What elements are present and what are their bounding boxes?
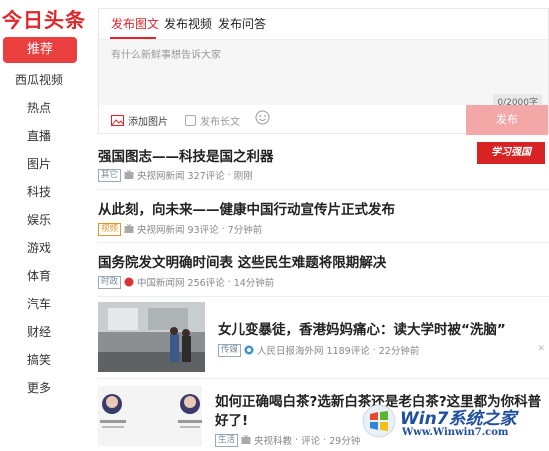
windows-logo-icon [362,404,396,438]
add-image-label: 添加图片 [128,117,168,128]
nav-item[interactable]: 科技 [0,183,78,200]
xuexi-qiangguo-badge[interactable]: 学习强国 [477,142,545,164]
article-comments[interactable]: 评论 [301,433,320,447]
article-source[interactable]: 央视网新闻 [137,168,185,182]
nav-item[interactable]: 汽车 [0,295,78,312]
article-source[interactable]: 央视科教 [254,433,292,447]
divider [98,189,549,190]
nav-item[interactable]: 搞笑 [0,351,78,368]
emoji-button[interactable] [255,110,270,125]
watermark: Win7系统之家 Www.Winwin7.com [358,396,546,448]
nav-item[interactable]: 热点 [0,99,78,116]
article-time: 29分钟 [329,436,361,447]
post-editor: 发布图文 发布视频 发布问答 有什么新鲜事想告诉大家 0/2000字 添加图片 … [98,8,549,135]
nav-item[interactable]: 直播 [0,127,78,144]
divider [98,242,549,243]
nav-item[interactable]: 娱乐 [0,211,78,228]
source-logo-icon [244,345,254,355]
article-meta: 传媒 人民日报海外网 1189评论 · 22分钟前 [218,343,419,357]
article-time: 刚刚 [233,171,253,182]
post-placeholder: 有什么新鲜事想告诉大家 [111,50,221,61]
article-title[interactable]: 女儿变暴徒，香港妈妈痛心：读大学时被“洗脑” [218,318,506,338]
editor-toolbar: 添加图片 发布长文 发布 [99,105,548,135]
article-meta: 时政 中国新闻网 256评论 · 14分钟前 [98,275,274,289]
article-source[interactable]: 央视网新闻 [137,222,185,236]
tab-post-article[interactable]: 发布图文 [111,15,159,32]
long-text-label: 发布长文 [200,117,240,128]
tv-icon [124,170,134,179]
nav-item[interactable]: 更多 [0,379,78,396]
article-comments[interactable]: 327评论 [188,168,225,182]
checkbox-icon [185,115,196,126]
article-tag: 生活 [215,433,239,447]
tab-post-question[interactable]: 发布问答 [218,15,266,32]
article-comments[interactable]: 256评论 [188,275,225,289]
divider [98,378,549,379]
watermark-brand: Win7系统之家 [400,409,517,429]
article-tag: 视频 [98,222,122,236]
article-meta: 视频 央视网新闻 93评论 · 7分钟前 [98,222,262,236]
emoji-icon [255,110,270,125]
long-text-checkbox[interactable]: 发布长文 [185,113,240,128]
nav-item[interactable]: 图片 [0,155,78,172]
watermark-url: Www.Winwin7.com [402,427,509,438]
article-time: 22分钟前 [378,346,420,357]
image-icon [111,115,124,126]
article-time: 14分钟前 [233,278,275,289]
tv-icon [241,435,251,444]
main-feed: 发布图文 发布视频 发布问答 有什么新鲜事想告诉大家 0/2000字 添加图片 … [98,0,549,451]
article-source[interactable]: 人民日报海外网 [257,343,324,357]
article-thumbnail[interactable] [98,386,202,446]
article-thumbnail[interactable] [98,302,205,372]
article-meta: 其它 央视网新闻 327评论 · 刚刚 [98,168,253,182]
post-input[interactable]: 有什么新鲜事想告诉大家 0/2000字 [99,39,548,109]
article-title[interactable]: 从此刻，向未来——健康中国行动宣传片正式发布 [98,198,395,218]
tv-icon [124,224,134,233]
nav-item[interactable]: 财经 [0,323,78,340]
article-tag: 其它 [98,168,122,182]
publish-button[interactable]: 发布 [466,105,548,135]
article-tag: 传媒 [218,343,242,357]
article-source[interactable]: 中国新闻网 [137,275,185,289]
article-title[interactable]: 强国图志——科技是国之利器 [98,145,274,165]
nav-item[interactable]: 游戏 [0,239,78,256]
source-logo-icon [124,277,134,287]
nav-item[interactable]: 体育 [0,267,78,284]
logo[interactable]: 今日头条 [2,4,86,33]
article-title[interactable]: 国务院发文明确时间表 这些民生难题将限期解决 [98,251,386,271]
article-comments[interactable]: 1189评论 [327,343,370,357]
article-tag: 时政 [98,275,122,289]
article-time: 7分钟前 [227,225,263,236]
divider [98,296,549,297]
tab-post-video[interactable]: 发布视频 [164,15,212,32]
article-meta: 生活 央视科教 · 评论 · 29分钟 [215,433,360,447]
article-comments[interactable]: 93评论 [188,222,219,236]
add-image-button[interactable]: 添加图片 [111,113,168,128]
dismiss-icon[interactable]: ✕ [537,344,545,354]
nav-item-recommend[interactable]: 推荐 [3,37,77,63]
nav-item[interactable]: 西瓜视频 [0,71,78,88]
sidebar: 今日头条 推荐 西瓜视频 热点 直播 图片 科技 娱乐 游戏 体育 汽车 财经 … [0,0,88,451]
article-title-line2[interactable]: 好了! [215,409,248,429]
